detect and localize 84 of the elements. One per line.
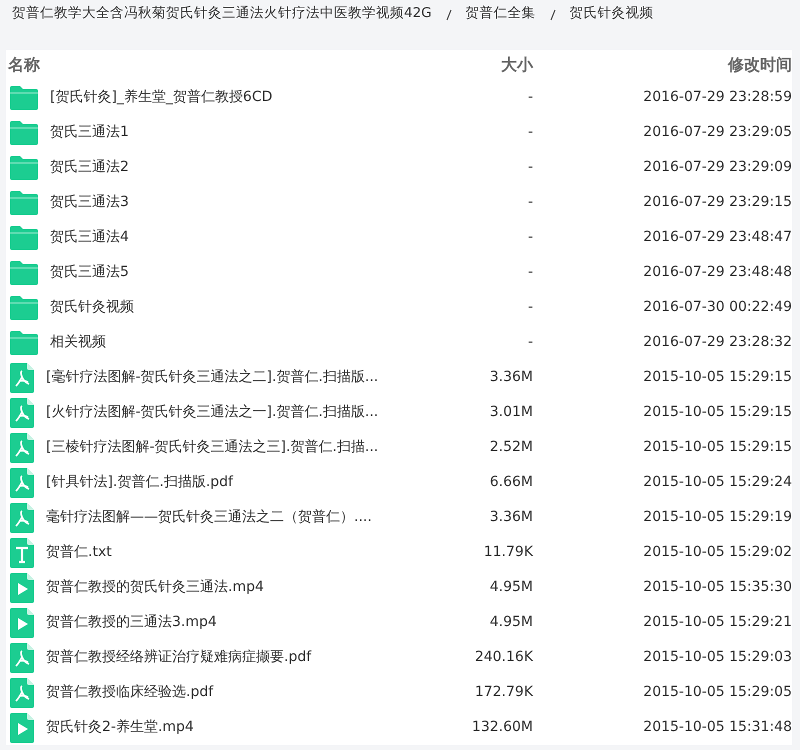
file-name[interactable]: 毫针疗法图解——贺氏针灸三通法之二（贺普仁）.... xyxy=(46,507,372,528)
modified-time: 2015-10-05 15:29:21 xyxy=(642,613,792,632)
file-size: 11.79K xyxy=(482,543,533,562)
modified-time: 2016-07-29 23:29:05 xyxy=(642,123,792,142)
file-name[interactable]: 贺普仁教授临床经验选.pdf xyxy=(46,682,214,703)
folder-icon xyxy=(10,86,38,110)
file-size: - xyxy=(526,158,533,177)
folder-icon xyxy=(10,190,38,214)
folder-icon xyxy=(10,226,38,250)
video-file-icon xyxy=(10,712,34,742)
modified-time: 2015-10-05 15:35:30 xyxy=(642,578,792,597)
separator-icon xyxy=(446,9,452,22)
file-size: 4.95M xyxy=(488,578,533,597)
pdf-file-icon xyxy=(10,642,34,672)
breadcrumb-link[interactable]: 贺普仁教学大全含冯秋菊贺氏针灸三通法火针疗法中医教学视频42G xyxy=(12,3,432,24)
modified-time: 2016-07-29 23:48:47 xyxy=(642,228,792,247)
file-name[interactable]: [针具针法].贺普仁.扫描版.pdf xyxy=(46,472,233,493)
file-size: - xyxy=(526,333,533,352)
modified-time: 2015-10-05 15:31:48 xyxy=(642,718,792,737)
file-size: - xyxy=(526,88,533,107)
file-size: 6.66M xyxy=(488,473,533,492)
file-name[interactable]: 贺普仁教授的三通法3.mp4 xyxy=(46,612,217,633)
file-name[interactable]: 相关视频 xyxy=(50,332,106,353)
file-name[interactable]: 贺氏三通法3 xyxy=(50,192,129,213)
file-size: 240.16K xyxy=(474,648,533,667)
modified-time: 2016-07-30 00:22:49 xyxy=(642,298,792,317)
pdf-file-icon xyxy=(10,432,34,462)
file-name[interactable]: [三棱针疗法图解-贺氏针灸三通法之三].贺普仁.扫描... xyxy=(46,437,378,458)
column-header[interactable]: 修改时间 xyxy=(533,53,792,77)
modified-time: 2016-07-29 23:29:15 xyxy=(642,193,792,212)
modified-time: 2015-10-05 15:29:02 xyxy=(642,543,792,562)
file-name[interactable]: 贺氏针灸2-养生堂.mp4 xyxy=(46,717,194,738)
file-size: 3.36M xyxy=(488,508,533,527)
modified-time: 2016-07-29 23:48:48 xyxy=(642,263,792,282)
file-size: - xyxy=(526,228,533,247)
modified-time: 2015-10-05 15:29:05 xyxy=(642,683,792,702)
separator-icon xyxy=(550,9,556,22)
column-header[interactable]: 名称 xyxy=(8,53,403,77)
pdf-file-icon xyxy=(10,502,34,532)
modified-time: 2015-10-05 15:29:15 xyxy=(642,438,792,457)
text-file-icon xyxy=(10,538,34,568)
file-name[interactable]: 贺氏三通法1 xyxy=(50,122,129,143)
video-file-icon xyxy=(10,608,34,638)
modified-time: 2016-07-29 23:28:59 xyxy=(642,88,792,107)
column-header[interactable]: 大小 xyxy=(403,53,533,77)
folder-icon xyxy=(10,260,38,284)
folder-icon xyxy=(10,296,38,320)
pdf-file-icon xyxy=(10,468,34,498)
file-size: 132.60M xyxy=(470,718,533,737)
modified-time: 2015-10-05 15:29:15 xyxy=(642,368,792,387)
file-name[interactable]: 贺普仁教授的贺氏针灸三通法.mp4 xyxy=(46,577,264,598)
file-name[interactable]: [火针疗法图解-贺氏针灸三通法之一].贺普仁.扫描版... xyxy=(46,402,378,423)
file-size: - xyxy=(526,298,533,317)
pdf-file-icon xyxy=(10,398,34,428)
breadcrumb-link[interactable]: 贺普仁全集 xyxy=(466,3,536,24)
file-name[interactable]: 贺普仁教授经络辨证治疗疑难病症撷要.pdf xyxy=(46,647,312,668)
folder-icon xyxy=(10,120,38,144)
file-name[interactable]: 贺氏三通法5 xyxy=(50,262,129,283)
video-file-icon xyxy=(10,572,34,602)
modified-time: 2016-07-29 23:28:32 xyxy=(642,333,792,352)
modified-time: 2015-10-05 15:29:03 xyxy=(642,648,792,667)
file-name[interactable]: 贺氏三通法4 xyxy=(50,227,129,248)
file-name[interactable]: 贺普仁.txt xyxy=(46,542,112,563)
file-size: - xyxy=(526,193,533,212)
file-size: - xyxy=(526,263,533,282)
folder-icon xyxy=(10,156,38,180)
modified-time: 2016-07-29 23:29:09 xyxy=(642,158,792,177)
file-size: 2.52M xyxy=(488,438,533,457)
file-name[interactable]: 贺氏针灸视频 xyxy=(50,297,134,318)
file-name[interactable]: 贺氏三通法2 xyxy=(50,157,129,178)
breadcrumb-link[interactable]: 贺氏针灸视频 xyxy=(570,3,654,24)
file-size: 172.79K xyxy=(474,683,533,702)
pdf-file-icon xyxy=(10,362,34,392)
file-size: 4.95M xyxy=(488,613,533,632)
modified-time: 2015-10-05 15:29:19 xyxy=(642,508,792,527)
modified-time: 2015-10-05 15:29:15 xyxy=(642,403,792,422)
file-size: 3.36M xyxy=(488,368,533,387)
file-name[interactable]: [毫针疗法图解-贺氏针灸三通法之二].贺普仁.扫描版... xyxy=(46,367,378,388)
file-name[interactable]: [贺氏针灸]_养生堂_贺普仁教授6CD xyxy=(50,87,272,108)
file-size: 3.01M xyxy=(488,403,533,422)
file-size: - xyxy=(526,123,533,142)
folder-icon xyxy=(10,330,38,354)
pdf-file-icon xyxy=(10,678,34,708)
modified-time: 2015-10-05 15:29:24 xyxy=(642,473,792,492)
